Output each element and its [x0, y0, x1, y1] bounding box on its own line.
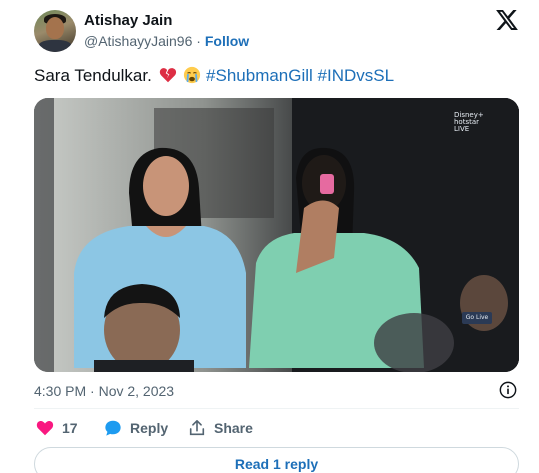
- tweet-timestamp[interactable]: 4:30 PM · Nov 2, 2023: [34, 383, 174, 399]
- author-name[interactable]: Atishay Jain: [84, 12, 172, 29]
- tweet-media-photo[interactable]: Disney+ hotstar LIVE Go Live: [34, 98, 519, 372]
- like-count: 17: [62, 420, 78, 436]
- broken-heart-icon: [159, 68, 176, 83]
- author-handle-row: @AtishayyJain96 · Follow: [84, 33, 249, 49]
- read-replies-label: Read 1 reply: [234, 456, 319, 472]
- go-live-badge-text: Go Live: [465, 314, 489, 321]
- divider: [34, 408, 519, 409]
- follow-link[interactable]: Follow: [205, 33, 249, 49]
- author-handle[interactable]: @AtishayyJain96: [84, 33, 192, 49]
- hashtag-indvssl[interactable]: #INDvsSL: [318, 66, 395, 85]
- x-logo-icon[interactable]: [496, 10, 518, 30]
- handle-separator: ·: [196, 33, 201, 49]
- avatar-shirt: [38, 40, 72, 52]
- author-avatar[interactable]: [34, 10, 76, 52]
- media-photo-illustration: [34, 98, 519, 372]
- broadcast-logo-icon: Disney+ hotstar LIVE: [454, 112, 494, 133]
- heart-icon: [36, 420, 54, 436]
- like-button[interactable]: 17: [36, 419, 78, 437]
- avatar-face: [46, 17, 64, 39]
- crying-face-icon: [184, 66, 201, 84]
- read-replies-button[interactable]: Read 1 reply: [34, 447, 519, 473]
- hashtag-shubmangill[interactable]: #ShubmanGill: [206, 66, 313, 85]
- share-label: Share: [214, 420, 253, 436]
- info-icon[interactable]: [499, 381, 517, 399]
- reply-bubble-icon: [105, 420, 121, 436]
- reply-label: Reply: [130, 420, 169, 436]
- tweet-text: Sara Tendulkar. #ShubmanGill #INDvsSL: [34, 66, 394, 86]
- reply-button[interactable]: Reply: [104, 419, 168, 437]
- go-live-badge-icon: Go Live: [462, 312, 492, 324]
- tweet-text-prefix: Sara Tendulkar.: [34, 66, 152, 85]
- share-button[interactable]: Share: [188, 419, 253, 437]
- share-upload-icon: [189, 419, 205, 436]
